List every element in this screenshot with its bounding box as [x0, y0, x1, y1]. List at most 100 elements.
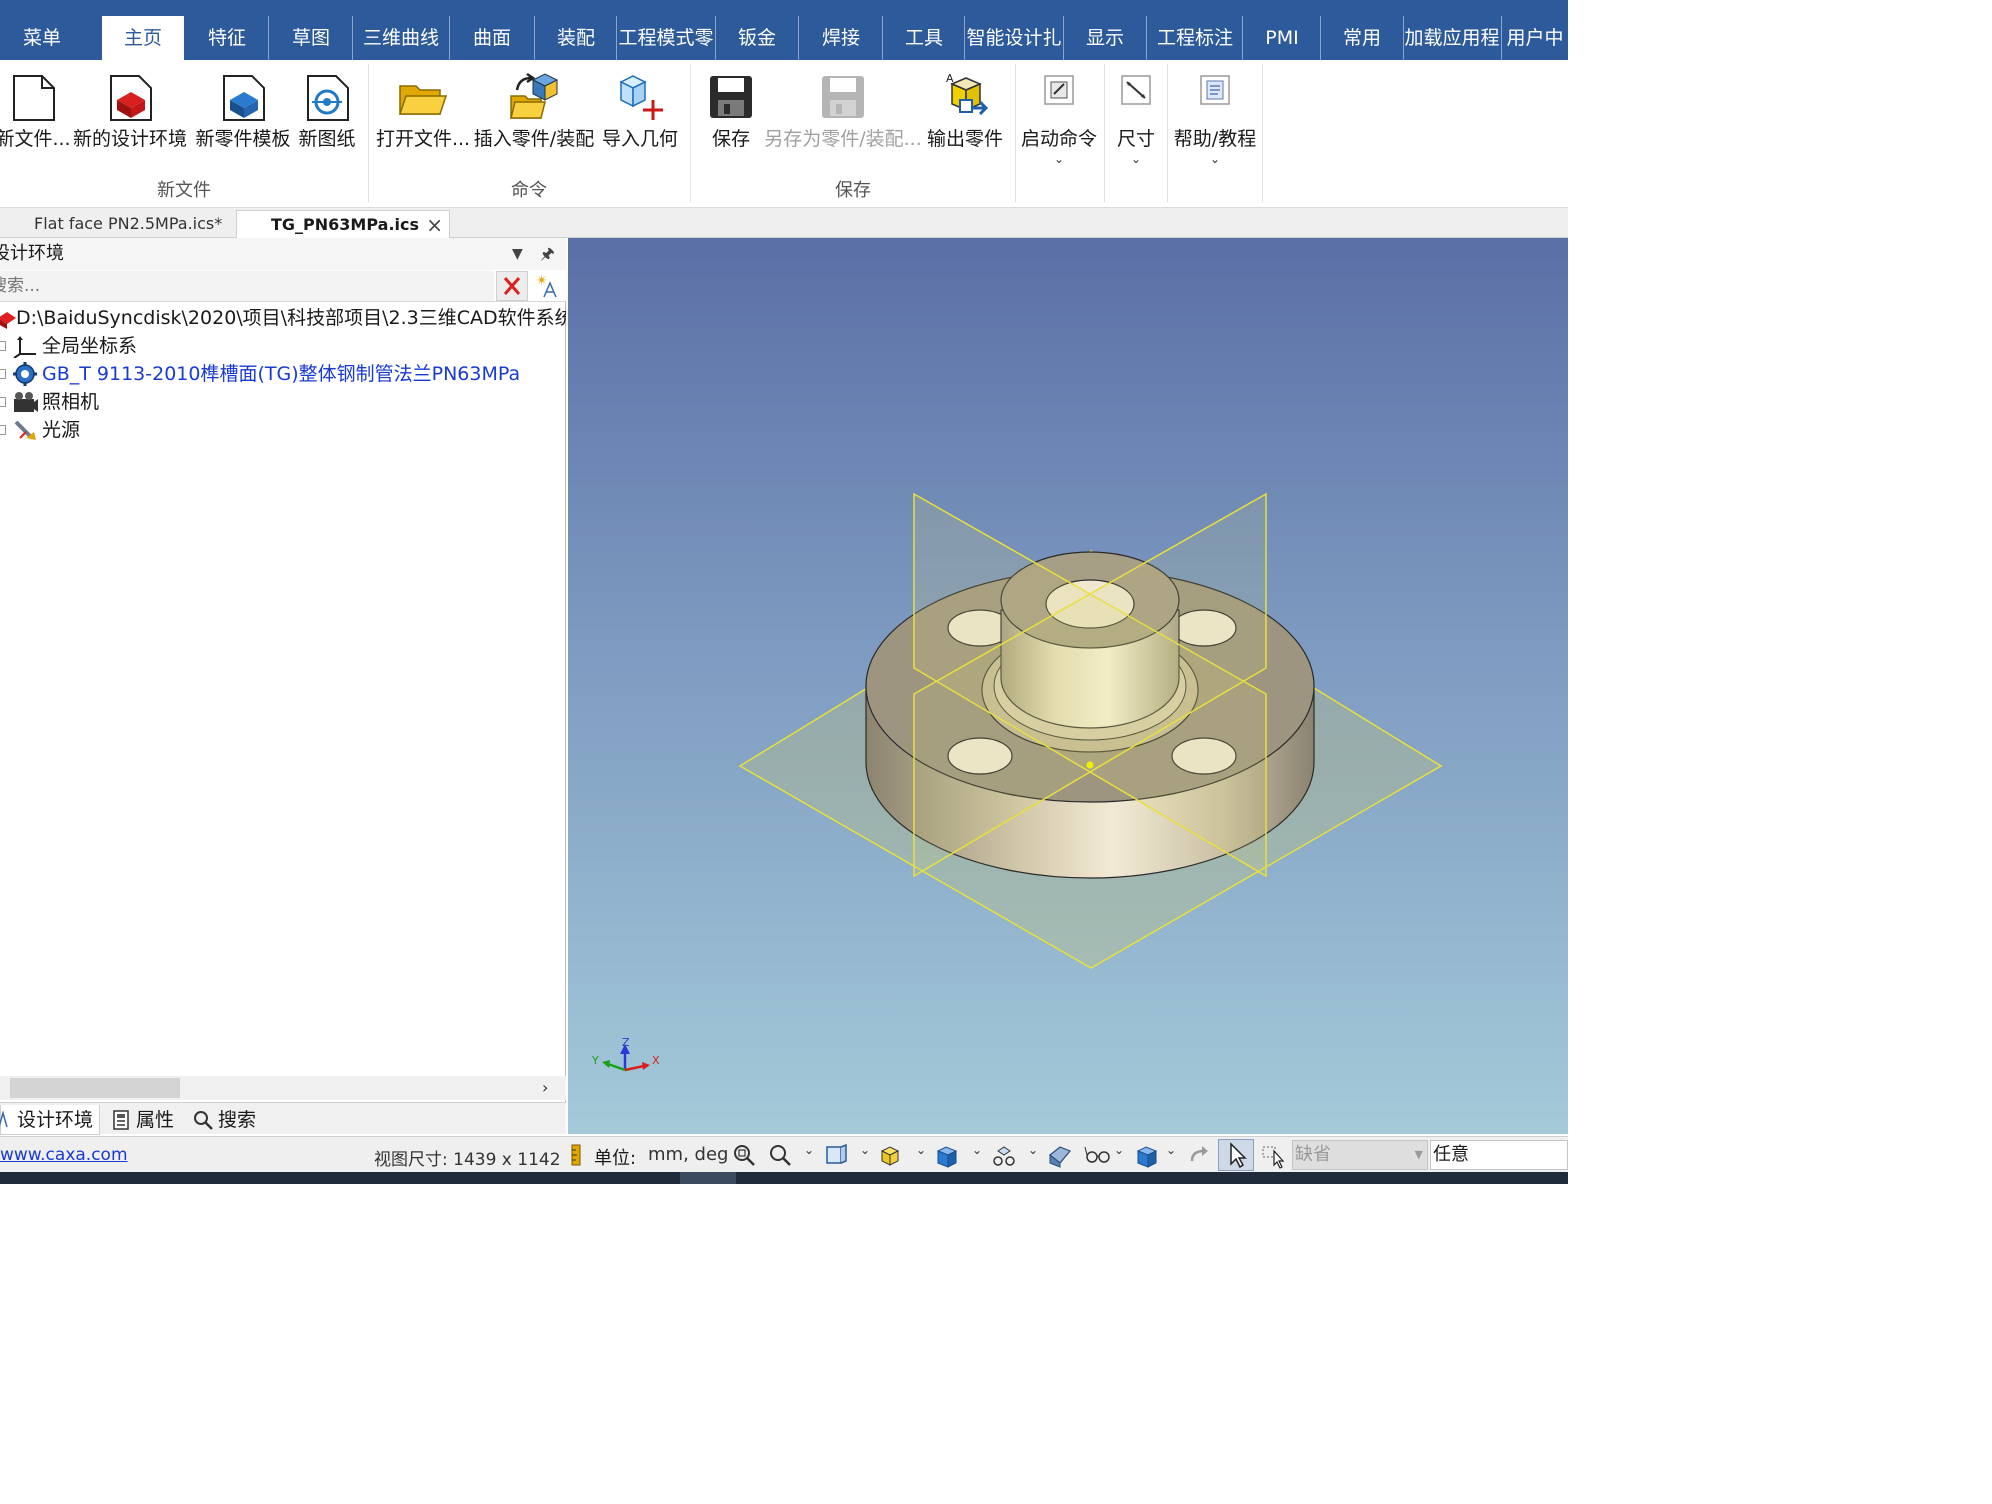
tab-user-center[interactable]: 用户中 [1502, 0, 1568, 60]
tree-search-input[interactable] [0, 271, 494, 301]
zoom-fit-icon[interactable] [730, 1141, 758, 1169]
tab-display[interactable]: 显示 [1064, 0, 1146, 60]
chevron-down-icon[interactable]: ⌄ [1114, 1143, 1124, 1157]
tab-separator [1320, 16, 1321, 60]
display-mode-icon[interactable] [878, 1141, 906, 1169]
horizontal-scrollbar[interactable]: › [0, 1076, 566, 1100]
tab-annotation[interactable]: 工程标注 [1148, 0, 1242, 60]
expand-icon[interactable] [0, 397, 6, 407]
scroll-right-icon[interactable]: › [542, 1076, 548, 1100]
shaded-cube-icon[interactable] [934, 1141, 962, 1169]
axis-label-z: Z [622, 1036, 630, 1049]
zoom-icon[interactable] [766, 1141, 794, 1169]
tab-pmi[interactable]: PMI [1244, 0, 1320, 60]
pin-icon[interactable]: 🖈 [540, 238, 555, 270]
tab-sketch[interactable]: 草图 [270, 0, 352, 60]
drawing-icon [307, 75, 349, 121]
document-tab-tg-pn63[interactable]: TG_PN63MPa.ics × [236, 210, 450, 238]
dimension-button[interactable]: 尺寸 ⌄ [1110, 68, 1162, 168]
tab-smart-design[interactable]: 智能设计扎 [966, 0, 1062, 60]
tab-separator [1146, 16, 1147, 60]
export-part-button[interactable]: A 输出零件 [926, 68, 1004, 168]
save-as-part-assembly-button[interactable]: 另存为零件/装配... [764, 68, 922, 168]
view-orientation-icon[interactable] [822, 1141, 850, 1169]
selection-filter-combo[interactable]: 缺省 ▼ [1292, 1140, 1428, 1170]
dropdown-arrow-icon[interactable]: ▼ [512, 238, 523, 270]
new-file-button[interactable]: 新文件... [0, 68, 71, 168]
light-source-icon [14, 420, 36, 440]
website-link[interactable]: www.caxa.com [0, 1145, 128, 1165]
tab-tools[interactable]: 工具 [884, 0, 964, 60]
open-file-button[interactable]: 打开文件... [376, 68, 470, 168]
tab-engineering-mode[interactable]: 工程模式零 [618, 0, 714, 60]
section-view-icon[interactable] [1046, 1141, 1074, 1169]
clear-search-button[interactable] [496, 271, 528, 301]
glasses-icon[interactable] [1084, 1141, 1112, 1169]
redo-icon[interactable] [1186, 1141, 1214, 1169]
document-tab-flat-face[interactable]: Flat face PN2.5MPa.ics* [24, 210, 234, 238]
import-geometry-button[interactable]: 导入几何 [602, 68, 678, 168]
axis-triad: Z Y X [591, 1036, 660, 1072]
new-design-environment-button[interactable]: 新的设计环境 [73, 68, 187, 168]
blue-cube-icon[interactable] [1134, 1141, 1162, 1169]
chevron-down-icon[interactable]: ⌄ [1166, 1143, 1176, 1157]
pick-mode-combo[interactable]: 任意 [1430, 1140, 1568, 1170]
launch-command-button[interactable]: 启动命令 ⌄ [1020, 68, 1098, 168]
chevron-down-icon[interactable]: ⌄ [860, 1143, 870, 1157]
select-pointer-button[interactable] [1218, 1139, 1254, 1171]
tab-3d-curve[interactable]: 三维曲线 [354, 0, 448, 60]
tab-separator [798, 16, 799, 60]
group-separator [690, 64, 691, 202]
new-file-label: 新文件... [0, 128, 71, 150]
ribbon-panel: 新文件... 新的设计环境 新零件模板 新图纸 新文件 打开文件... 插入零件… [0, 60, 1568, 208]
view-size-readout: 视图尺寸: 1439 x 1142 [374, 1150, 561, 1170]
document-tab-label: Flat face PN2.5MPa.ics* [34, 214, 223, 233]
tab-surface[interactable]: 曲面 [450, 0, 534, 60]
new-part-template-button[interactable]: 新零件模板 [195, 68, 291, 168]
box-select-icon[interactable] [1260, 1141, 1288, 1169]
tree-item-root[interactable]: D:\BaiduSyncdisk\2020\项目\科技部项目\2.3三维CAD软… [0, 304, 566, 332]
blank-document-icon [13, 75, 55, 121]
render-settings-icon[interactable] [990, 1141, 1018, 1169]
tab-features[interactable]: 特征 [186, 0, 268, 60]
expand-icon[interactable] [0, 425, 6, 435]
tab-properties[interactable]: 属性 [112, 1105, 182, 1135]
new-drawing-button[interactable]: 新图纸 [298, 68, 356, 168]
unit-value[interactable]: mm, deg [648, 1144, 728, 1165]
chevron-down-icon[interactable]: ⌄ [916, 1143, 926, 1157]
expand-icon[interactable] [0, 369, 6, 379]
panel-title: 设计环境 [0, 243, 64, 264]
status-bar: www.caxa.com 视图尺寸: 1439 x 1142 单位: mm, d… [0, 1136, 1568, 1172]
document-tab-bar: Flat face PN2.5MPa.ics* TG_PN63MPa.ics × [0, 208, 1568, 238]
tab-separator [534, 16, 535, 60]
save-button[interactable]: 保存 [704, 68, 758, 168]
tab-common[interactable]: 常用 [1322, 0, 1402, 60]
search-icon [194, 1111, 213, 1130]
svg-text:✴: ✴ [536, 273, 548, 289]
help-tutorial-button[interactable]: 帮助/教程 ⌄ [1174, 68, 1256, 168]
tab-design-environment[interactable]: 设计环境 [0, 1105, 100, 1135]
tab-load-applications[interactable]: 加载应用程 [1404, 0, 1500, 60]
tab-home[interactable]: 主页 [102, 16, 184, 60]
tab-separator [616, 16, 617, 60]
tab-assembly[interactable]: 装配 [536, 0, 616, 60]
flange-model-render: Z Y X [591, 492, 1443, 1072]
panel-bottom-tabs: 设计环境 属性 搜索 [0, 1102, 566, 1135]
tab-sheet-metal[interactable]: 钣金 [716, 0, 798, 60]
3d-viewport[interactable]: Z Y X [568, 238, 1568, 1134]
chevron-down-icon[interactable]: ⌄ [972, 1143, 982, 1157]
tab-search[interactable]: 搜索 [192, 1105, 272, 1135]
close-icon[interactable]: × [426, 211, 443, 239]
expand-icon[interactable] [0, 341, 6, 351]
tab-welding[interactable]: 焊接 [800, 0, 882, 60]
origin-point[interactable] [1086, 761, 1094, 769]
chevron-down-icon[interactable]: ⌄ [1028, 1143, 1038, 1157]
chevron-down-icon: ▼ [1414, 1148, 1423, 1161]
tab-menu[interactable]: 菜单 [0, 0, 84, 60]
chevron-down-icon[interactable]: ⌄ [804, 1143, 814, 1157]
insert-part-assembly-button[interactable]: 插入零件/装配 [474, 68, 594, 168]
search-options-button[interactable]: ✴ [532, 271, 562, 301]
scrollbar-thumb[interactable] [10, 1078, 180, 1098]
chevron-down-icon: ⌄ [1130, 152, 1142, 166]
properties-icon [113, 1110, 129, 1130]
